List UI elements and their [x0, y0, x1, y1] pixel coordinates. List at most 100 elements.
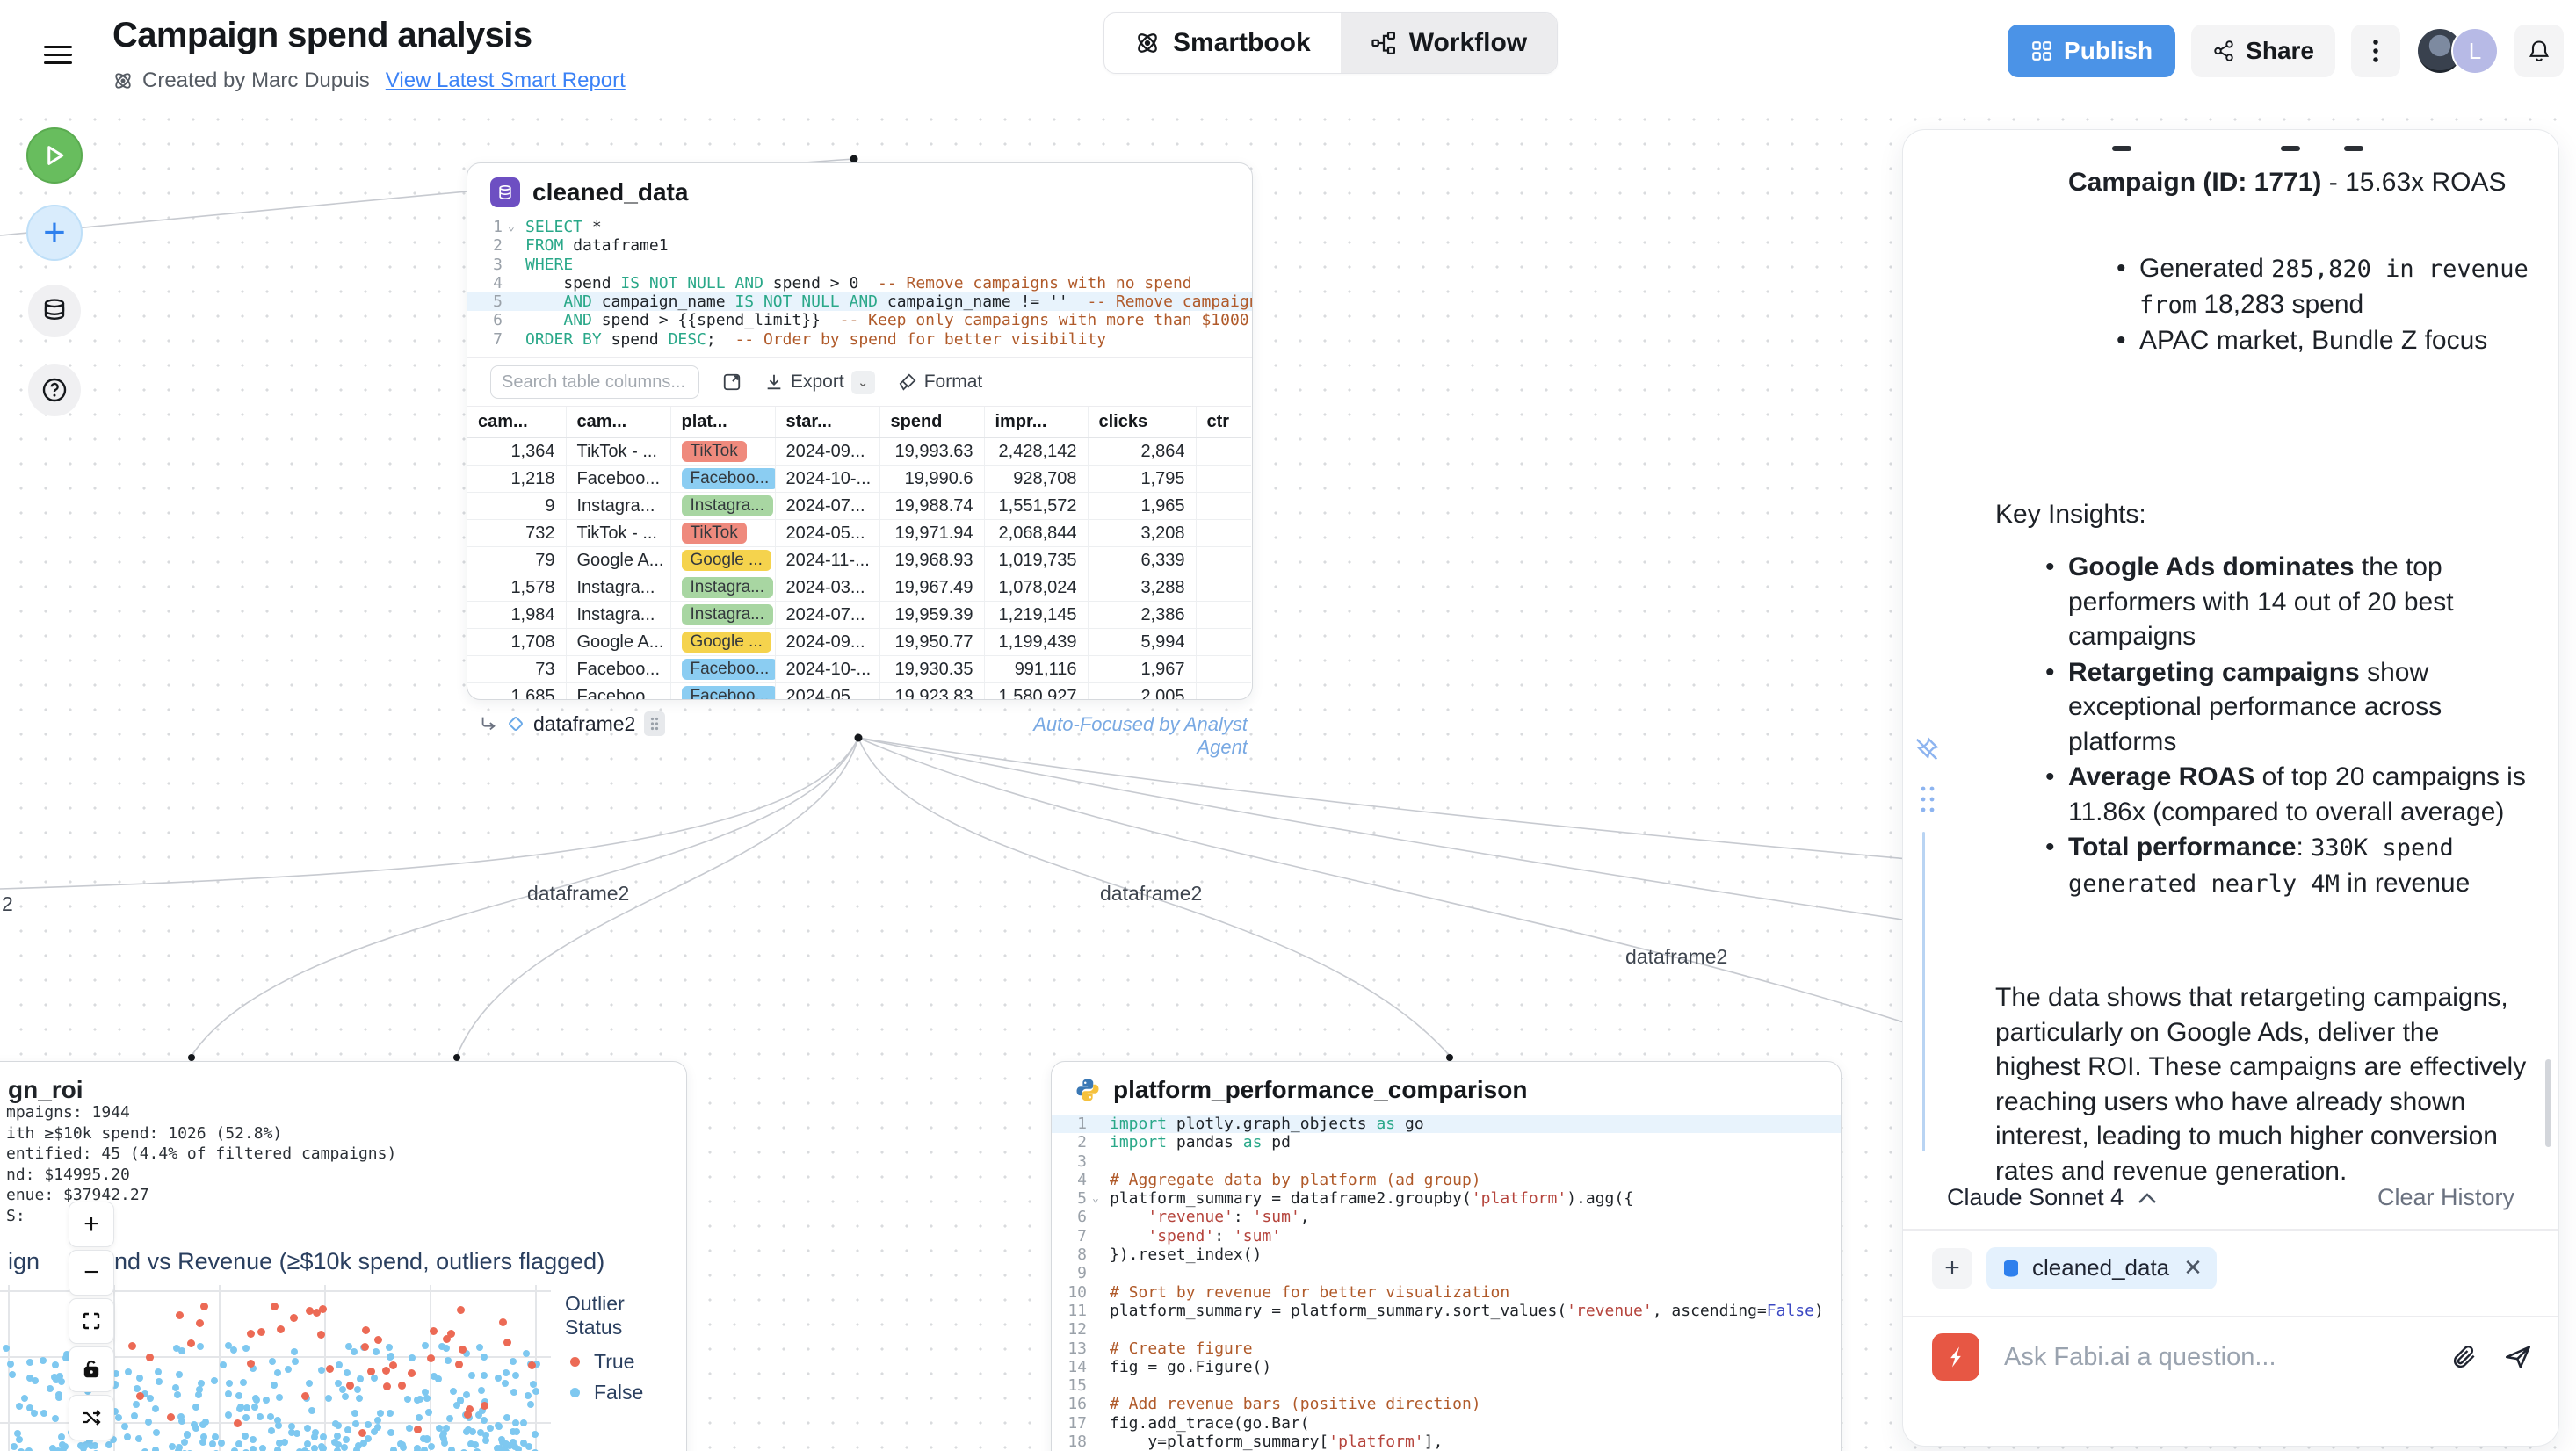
- fit-view-button[interactable]: [69, 1298, 114, 1344]
- more-menu-button[interactable]: [2351, 25, 2400, 77]
- result-table[interactable]: cam...cam...plat...star...spendimpr...cl…: [467, 406, 1251, 700]
- edge-label: 2: [2, 892, 13, 916]
- context-chip-cleaned-data[interactable]: cleaned_data ✕: [1986, 1247, 2217, 1289]
- key-insights-label: Key Insights:: [1995, 497, 2146, 532]
- legend-item-true[interactable]: True: [570, 1350, 686, 1374]
- table-row[interactable]: 1,984Instagra...Instagra...2024-07...19,…: [467, 602, 1251, 629]
- help-button[interactable]: [28, 364, 81, 416]
- menu-icon[interactable]: [44, 40, 72, 63]
- notifications-button[interactable]: [2514, 25, 2564, 77]
- bell-icon: [2527, 39, 2551, 63]
- auto-focused-note: Auto-Focused by Analyst Agent: [1010, 713, 1248, 759]
- edge-label: dataframe2: [1100, 882, 1202, 906]
- share-icon: [2212, 40, 2235, 62]
- table-row[interactable]: 732TikTok - ...TikTok2024-05...19,971.94…: [467, 520, 1251, 547]
- publish-button[interactable]: Publish: [2008, 25, 2175, 77]
- sql-code-editor[interactable]: 1⌄SELECT *2 FROM dataframe13 WHERE4 spen…: [467, 214, 1252, 357]
- unpin-icon[interactable]: [1914, 736, 1940, 762]
- panel-drag-handle-icon[interactable]: [1917, 783, 1938, 815]
- platform-badge: Faceboo...: [682, 468, 776, 489]
- zoom-out-button[interactable]: −: [69, 1250, 114, 1296]
- table-row[interactable]: 73Faceboo...Faceboo...2024-10-...19,930.…: [467, 656, 1251, 683]
- legend-item-false[interactable]: False: [570, 1381, 686, 1404]
- campaign-detail-list: Generated 285,820 in revenue from 18,283…: [2139, 251, 2536, 359]
- table-row[interactable]: 1,708Google A...Google ...2024-09...19,9…: [467, 629, 1251, 656]
- view-smart-report-link[interactable]: View Latest Smart Report: [386, 69, 626, 93]
- expand-table-button[interactable]: [722, 372, 742, 392]
- shuffle-icon: [81, 1407, 102, 1428]
- column-header[interactable]: impr...: [984, 407, 1088, 438]
- shuffle-layout-button[interactable]: [69, 1395, 114, 1440]
- breadcrumb: Created by Marc Dupuis View Latest Smart…: [112, 69, 626, 93]
- python-code-editor[interactable]: 1 import plotly.graph_objects as go2 imp…: [1052, 1111, 1841, 1451]
- platform-badge: Faceboo...: [682, 659, 776, 680]
- table-row[interactable]: 9Instagra...Instagra...2024-07...19,988.…: [467, 493, 1251, 520]
- avatar-letter[interactable]: L: [2451, 27, 2499, 75]
- help-icon: [40, 376, 69, 404]
- assistant-message-heading: Campaign (ID: 1771) - 15.63x ROAS: [2068, 165, 2525, 200]
- assistant-summary-paragraph: The data shows that retargeting campaign…: [1995, 980, 2528, 1188]
- list-item: Total performance: 330K spend generated …: [2068, 830, 2529, 901]
- format-button[interactable]: Format: [898, 372, 983, 393]
- column-header[interactable]: ctr: [1196, 407, 1251, 438]
- column-header[interactable]: clicks: [1088, 407, 1196, 438]
- sql-cell-icon: [490, 177, 520, 207]
- share-button[interactable]: Share: [2191, 25, 2335, 77]
- clear-history-button[interactable]: Clear History: [2377, 1180, 2514, 1216]
- zoom-in-button[interactable]: +: [69, 1202, 114, 1247]
- add-cell-button[interactable]: +: [26, 205, 83, 261]
- export-button[interactable]: Export ⌄: [764, 371, 875, 394]
- download-icon: [764, 372, 784, 392]
- lock-canvas-button[interactable]: [69, 1346, 114, 1392]
- fabi-logo: [1932, 1333, 1979, 1381]
- data-sources-button[interactable]: [28, 285, 81, 337]
- node-platform-performance-comparison[interactable]: platform_performance_comparison 1 import…: [1051, 1061, 1842, 1451]
- table-row[interactable]: 79Google A...Google ...2024-11-...19,968…: [467, 547, 1251, 574]
- send-icon[interactable]: [2503, 1342, 2533, 1372]
- message-thread-indicator: [1922, 832, 1925, 1151]
- platform-badge: TikTok: [682, 523, 747, 544]
- column-header[interactable]: cam...: [566, 407, 670, 438]
- cell-output-text: mpaigns: 1944ith ≥$10k spend: 1026 (52.8…: [6, 1102, 396, 1226]
- fit-view-icon: [81, 1310, 102, 1332]
- atom-icon: [112, 70, 134, 91]
- list-item: Retargeting campaigns show exceptional p…: [2068, 655, 2529, 760]
- run-all-button[interactable]: [26, 127, 83, 184]
- smartbook-icon: [1134, 30, 1161, 56]
- node-title: cleaned_data: [532, 178, 688, 206]
- list-item: Average ROAS of top 20 campaigns is 11.8…: [2068, 760, 2529, 829]
- table-row[interactable]: 1,685Faceboo...Faceboo...2024-05...19,92…: [467, 683, 1251, 700]
- publish-grid-icon: [2030, 40, 2053, 62]
- ask-fabi-input[interactable]: [2004, 1343, 2426, 1372]
- remove-context-icon[interactable]: ✕: [2183, 1251, 2203, 1286]
- dataframe-diamond-icon: [507, 715, 525, 733]
- add-context-button[interactable]: +: [1932, 1248, 1972, 1289]
- column-header[interactable]: plat...: [670, 407, 775, 438]
- collaborator-avatars: L: [2416, 27, 2499, 75]
- column-header[interactable]: star...: [775, 407, 879, 438]
- table-row[interactable]: 1,364TikTok - ...TikTok2024-09...19,993.…: [467, 438, 1251, 466]
- panel-scrollbar[interactable]: [2545, 1059, 2551, 1147]
- tab-smartbook[interactable]: Smartbook: [1104, 13, 1341, 73]
- lock-icon: [81, 1359, 102, 1380]
- output-dataframe-chip[interactable]: dataframe2: [479, 711, 665, 736]
- table-row[interactable]: 1,218Faceboo...Faceboo...2024-10-...19,9…: [467, 466, 1251, 493]
- column-header[interactable]: spend: [879, 407, 984, 438]
- table-row[interactable]: 1,578Instagra...Instagra...2024-03...19,…: [467, 574, 1251, 602]
- list-item: Generated 285,820 in revenue from 18,283…: [2139, 251, 2536, 322]
- attachment-icon[interactable]: [2450, 1343, 2478, 1371]
- search-table-columns-input[interactable]: [490, 365, 699, 399]
- created-by-label: Created by Marc Dupuis: [142, 69, 370, 93]
- format-icon: [898, 372, 917, 392]
- column-header[interactable]: cam...: [467, 407, 566, 438]
- drag-handle-icon[interactable]: [644, 711, 665, 736]
- workflow-icon: [1371, 30, 1397, 56]
- edge-label: dataframe2: [1625, 945, 1727, 969]
- platform-badge: Google ...: [682, 632, 771, 653]
- clipped-text-fragment: [2112, 146, 2363, 151]
- node-cleaned-data[interactable]: cleaned_data 1⌄SELECT *2 FROM dataframe1…: [467, 162, 1253, 700]
- export-options-chevron[interactable]: ⌄: [851, 371, 875, 394]
- tab-workflow[interactable]: Workflow: [1341, 13, 1557, 73]
- model-selector[interactable]: Claude Sonnet 4: [1947, 1180, 2157, 1216]
- sql-table-icon: [2001, 1258, 2022, 1279]
